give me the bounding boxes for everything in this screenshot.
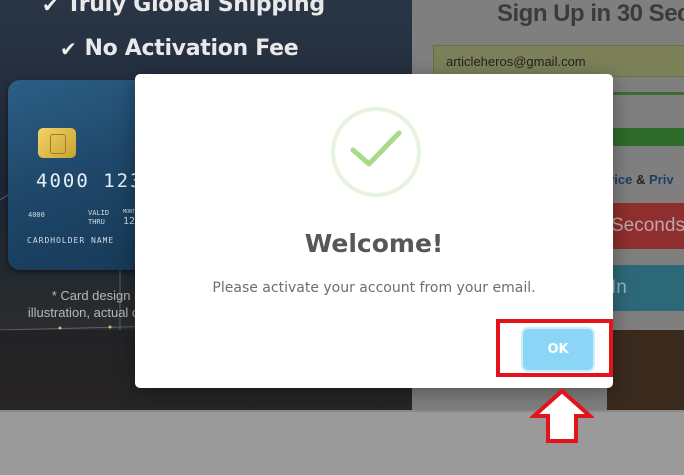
up-arrow-icon [530, 388, 594, 443]
dialog-message: Please activate your account from your e… [212, 280, 536, 296]
highlight-box [496, 319, 613, 377]
success-icon-ring [331, 107, 421, 197]
checkmark-icon [350, 130, 402, 167]
dialog-title: Welcome! [304, 229, 444, 258]
